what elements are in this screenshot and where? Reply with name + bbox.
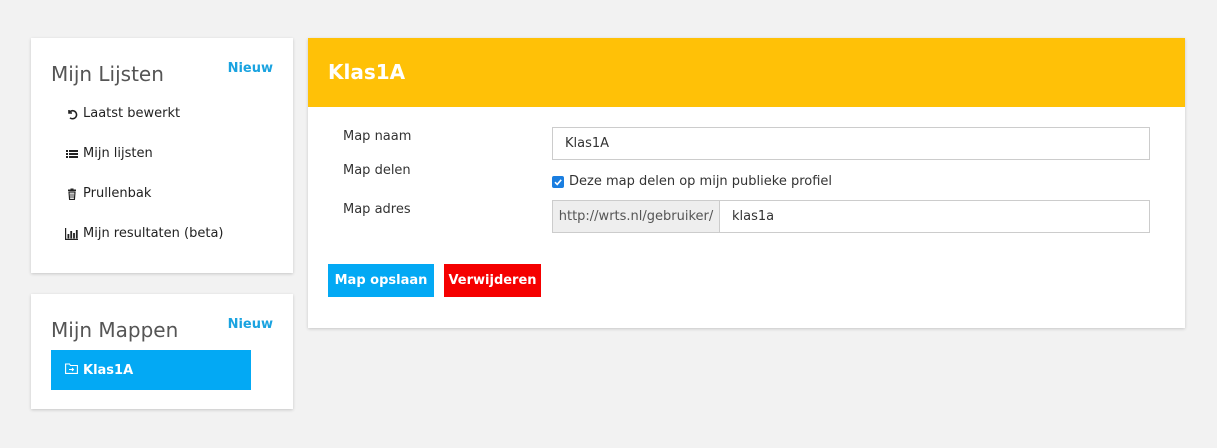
folders-card: Mijn Mappen Nieuw Klas1A (31, 294, 293, 409)
menu-item-label: Prullenbak (83, 186, 152, 201)
address-prefix: http://wrts.nl/gebruiker/ (552, 200, 720, 233)
panel-header: Klas1A (308, 38, 1185, 107)
folder-edit-panel: Klas1A Map naam Map delen Deze map delen… (308, 38, 1185, 328)
undo-icon (65, 107, 78, 120)
delete-folder-button[interactable]: Verwijderen (444, 264, 541, 297)
page-title: Klas1A (328, 60, 406, 84)
new-list-link[interactable]: Nieuw (228, 61, 273, 76)
lists-title: Mijn Lijsten (51, 62, 164, 86)
list-icon (65, 147, 78, 160)
lists-card: Mijn Lijsten Nieuw Laatst bewerkt Mijn l… (31, 38, 293, 273)
folder-item-klas1a[interactable]: Klas1A (51, 350, 251, 390)
check-icon (554, 178, 562, 186)
new-folder-link[interactable]: Nieuw (228, 317, 273, 332)
folder-icon (65, 362, 78, 378)
menu-item-my-lists[interactable]: Mijn lijsten (65, 146, 153, 161)
menu-item-trash[interactable]: Prullenbak (65, 186, 151, 201)
menu-item-recent[interactable]: Laatst bewerkt (65, 106, 180, 121)
folder-name-input[interactable] (552, 127, 1150, 160)
share-checkbox-label: Deze map delen op mijn publieke profiel (569, 174, 833, 189)
share-checkbox-row[interactable]: Deze map delen op mijn publieke profiel (552, 174, 832, 189)
menu-item-label: Mijn resultaten (beta) (83, 226, 224, 241)
trash-icon (65, 187, 78, 200)
menu-item-label: Laatst bewerkt (83, 106, 181, 121)
save-folder-button[interactable]: Map opslaan (328, 264, 434, 297)
folder-share-label: Map delen (343, 163, 411, 178)
folder-name-label: Map naam (343, 129, 412, 144)
folder-item-label: Klas1A (83, 362, 134, 378)
folder-address-label: Map adres (343, 202, 411, 217)
share-checkbox[interactable] (552, 175, 564, 188)
folder-address-input[interactable] (719, 200, 1150, 233)
menu-item-label: Mijn lijsten (83, 146, 153, 161)
bar-chart-icon (65, 227, 78, 240)
menu-item-results[interactable]: Mijn resultaten (beta) (65, 226, 223, 241)
folders-title: Mijn Mappen (51, 318, 179, 342)
